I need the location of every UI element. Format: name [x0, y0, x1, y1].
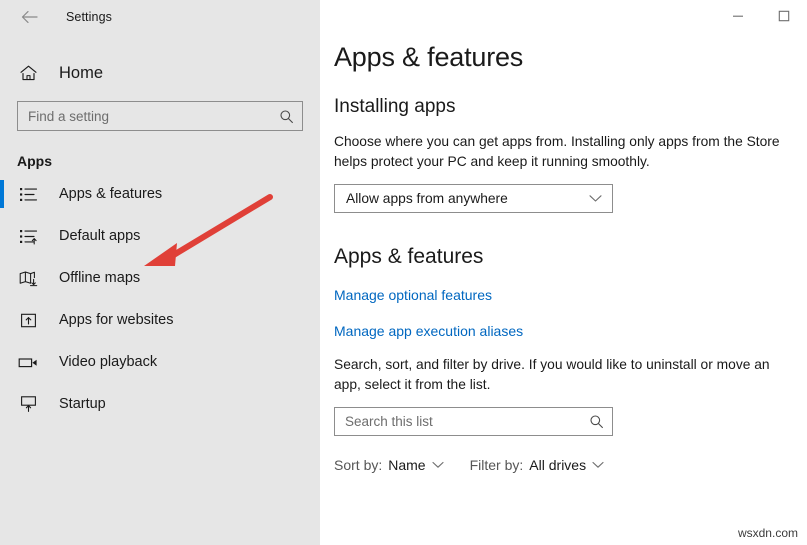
sidebar-item-apps-features[interactable]: Apps & features — [0, 173, 320, 215]
search-list-box[interactable] — [334, 406, 613, 436]
sidebar-item-label: Offline maps — [59, 270, 141, 286]
window-title: Settings — [66, 10, 112, 24]
manage-optional-features-link[interactable]: Manage optional features — [334, 287, 492, 303]
sidebar-item-label: Default apps — [59, 228, 141, 244]
search-list-input[interactable] — [345, 407, 588, 435]
list-filters: Sort by: Name Filter by: All drives — [334, 457, 807, 473]
window-controls — [715, 0, 807, 32]
chevron-down-icon — [432, 461, 444, 469]
search-icon — [278, 108, 294, 124]
search-input[interactable] — [28, 102, 278, 130]
sidebar-item-label: Startup — [59, 396, 106, 412]
search-icon — [588, 413, 604, 429]
installing-apps-heading: Installing apps — [334, 96, 456, 117]
sidebar-item-home[interactable]: Home — [0, 53, 320, 93]
home-icon — [17, 62, 39, 84]
install-source-dropdown[interactable]: Allow apps from anywhere — [334, 184, 613, 214]
apps-features-heading: Apps & features — [334, 245, 484, 269]
sidebar-item-video-playback[interactable]: Video playback — [0, 341, 320, 383]
filter-by-control[interactable]: Filter by: All drives — [470, 457, 604, 473]
sidebar-item-startup[interactable]: Startup — [0, 383, 320, 425]
sidebar-section-label: Apps — [17, 153, 52, 169]
filter-by-label: Filter by: — [469, 456, 524, 473]
page-title: Apps & features — [334, 42, 524, 72]
settings-window: Settings Home Apps — [0, 0, 807, 545]
apps-features-description: Search, sort, and filter by drive. If yo… — [334, 357, 770, 393]
sidebar-item-offline-maps[interactable]: Offline maps — [0, 257, 320, 299]
search-settings-box[interactable] — [17, 101, 303, 131]
selection-accent-bar — [0, 180, 4, 208]
chevron-down-icon — [592, 461, 604, 469]
title-bar: Settings — [0, 0, 320, 34]
manage-app-execution-aliases-link[interactable]: Manage app execution aliases — [334, 323, 523, 339]
sort-by-control[interactable]: Sort by: Name — [334, 457, 444, 473]
list-bullets-icon — [17, 183, 39, 205]
filter-by-value: All drives — [529, 456, 587, 473]
sidebar-item-label: Apps & features — [59, 186, 163, 202]
sort-by-label: Sort by: — [334, 456, 383, 473]
sidebar-item-apps-for-websites[interactable]: Apps for websites — [0, 299, 320, 341]
list-default-apps-icon — [17, 225, 39, 247]
sort-by-value: Name — [388, 456, 426, 473]
sidebar-item-label: Video playback — [59, 354, 158, 370]
sidebar-item-default-apps[interactable]: Default apps — [0, 215, 320, 257]
install-source-value: Allow apps from anywhere — [346, 191, 508, 207]
watermark: wsxdn.com — [737, 526, 798, 540]
video-camera-icon — [17, 351, 39, 373]
installing-apps-description: Choose where you can get apps from. Inst… — [334, 134, 780, 169]
minimize-button[interactable] — [715, 0, 761, 32]
sidebar-item-label: Apps for websites — [59, 312, 174, 328]
startup-monitor-icon — [17, 393, 39, 415]
chevron-down-icon — [589, 194, 602, 203]
maximize-button[interactable] — [761, 0, 807, 32]
map-download-icon — [17, 267, 39, 289]
back-arrow-icon[interactable] — [14, 3, 44, 31]
sidebar: Settings Home Apps — [0, 0, 320, 545]
home-label: Home — [59, 63, 104, 82]
main-content: Apps & features Installing apps Choose w… — [320, 0, 807, 545]
app-website-icon — [17, 309, 39, 331]
